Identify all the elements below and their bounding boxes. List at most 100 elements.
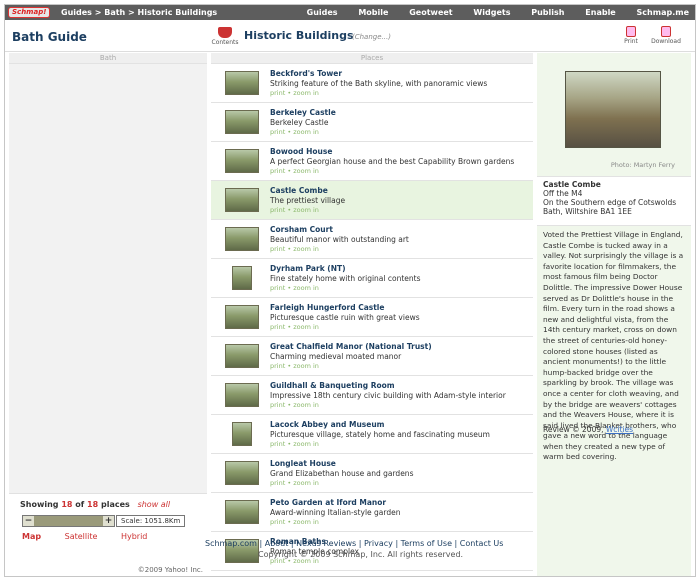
place-title[interactable]: Farleigh Hungerford Castle <box>270 303 384 312</box>
place-title[interactable]: Corsham Court <box>270 225 333 234</box>
map-panel: Bath Showing 18 of 18 places show all − … <box>9 53 207 576</box>
place-thumbnail[interactable] <box>225 344 259 368</box>
total-count: 18 <box>87 500 99 509</box>
place-thumbnail[interactable] <box>225 188 259 212</box>
nav-schmap-me[interactable]: Schmap.me <box>637 8 689 17</box>
nav-enable[interactable]: Enable <box>585 8 615 17</box>
place-summary: Charming medieval moated manor <box>270 352 402 361</box>
guide-header: Bath Guide Contents Historic Buildings (… <box>5 20 695 52</box>
tab-hybrid[interactable]: Hybrid <box>121 532 147 541</box>
address-line: Bath, Wiltshire BA1 1EE <box>543 207 632 216</box>
breadcrumb: Guides > Bath > Historic Buildings <box>61 8 217 17</box>
place-thumbnail[interactable] <box>225 500 259 524</box>
change-category-link[interactable]: (Change...) <box>352 33 391 41</box>
place-address: Castle Combe Off the M4 On the Southern … <box>537 176 691 226</box>
place-title[interactable]: Castle Combe <box>270 186 328 195</box>
place-thumbnail[interactable] <box>232 266 252 290</box>
place-thumbnail[interactable] <box>225 71 259 95</box>
place-item[interactable]: Longleat House Grand Elizabethan house an… <box>211 454 533 493</box>
of-word: of <box>75 500 85 509</box>
place-item[interactable]: Peto Garden at Iford Manor Award-winning … <box>211 493 533 532</box>
place-actions[interactable]: print • zoom in <box>270 206 319 214</box>
place-actions[interactable]: print • zoom in <box>270 362 319 370</box>
place-item[interactable]: Castle Combe The prettiest village print •… <box>211 181 533 220</box>
place-actions[interactable]: print • zoom in <box>270 128 319 136</box>
place-title[interactable]: Berkeley Castle <box>270 108 336 117</box>
place-title[interactable]: Bowood House <box>270 147 332 156</box>
zoom-slider[interactable]: − + <box>22 515 115 527</box>
place-summary: Fine stately home with original contents <box>270 274 421 283</box>
print-button[interactable]: Print <box>622 26 640 45</box>
place-thumbnail[interactable] <box>232 422 252 446</box>
zoom-out-button[interactable]: − <box>23 516 34 526</box>
place-actions[interactable]: print • zoom in <box>270 89 319 97</box>
nav-publish[interactable]: Publish <box>531 8 564 17</box>
breadcrumb-separator: > <box>128 8 135 17</box>
print-icon <box>626 26 636 37</box>
map-canvas[interactable] <box>9 65 207 493</box>
place-title[interactable]: Great Chalfield Manor (National Trust) <box>270 342 432 351</box>
nav-widgets[interactable]: Widgets <box>473 8 510 17</box>
map-type-tabs: Map Satellite Hybrid <box>22 532 168 541</box>
place-thumbnail[interactable] <box>225 461 259 485</box>
schmap-logo[interactable]: Schmap! <box>8 7 51 18</box>
download-button[interactable]: Download <box>651 26 681 45</box>
place-summary: Impressive 18th century civic building w… <box>270 391 506 400</box>
place-title[interactable]: Beckford's Tower <box>270 69 342 78</box>
review-author-link[interactable]: Wcities <box>606 425 633 434</box>
place-summary: Picturesque village, stately home and fa… <box>270 430 490 439</box>
place-title[interactable]: Peto Garden at Iford Manor <box>270 498 386 507</box>
nav-geotweet[interactable]: Geotweet <box>409 8 452 17</box>
breadcrumb-guides[interactable]: Guides <box>61 8 92 17</box>
place-item[interactable]: Guildhall & Banqueting Room Impressive 18… <box>211 376 533 415</box>
place-actions[interactable]: print • zoom in <box>270 323 319 331</box>
place-title[interactable]: Lacock Abbey and Museum <box>270 420 385 429</box>
contents-button[interactable]: Contents <box>209 27 241 46</box>
place-item[interactable]: Lacock Abbey and Museum Picturesque villa… <box>211 415 533 454</box>
place-thumbnail[interactable] <box>225 227 259 251</box>
place-summary: The prettiest village <box>270 196 346 205</box>
places-list: Places Beckford's Tower Striking feature … <box>211 53 533 576</box>
place-detail-panel: Photo: Martyn Ferry Castle Combe Off the… <box>537 53 691 576</box>
place-item[interactable]: Berkeley Castle Berkeley Castle print • zo… <box>211 103 533 142</box>
place-title[interactable]: Guildhall & Banqueting Room <box>270 381 395 390</box>
map-scale: Scale: 1051.8Km <box>116 515 186 527</box>
photo-credit: Photo: Martyn Ferry <box>610 161 675 169</box>
place-title[interactable]: Longleat House <box>270 459 336 468</box>
guide-title: Bath Guide <box>12 30 87 44</box>
place-actions[interactable]: print • zoom in <box>270 518 319 526</box>
place-item[interactable]: Bowood House A perfect Georgian house and… <box>211 142 533 181</box>
place-actions[interactable]: print • zoom in <box>270 479 319 487</box>
place-thumbnail[interactable] <box>225 149 259 173</box>
place-actions[interactable]: print • zoom in <box>270 440 319 448</box>
place-item[interactable]: Farleigh Hungerford Castle Picturesque ca… <box>211 298 533 337</box>
place-item[interactable]: Corsham Court Beautiful manor with outsta… <box>211 220 533 259</box>
place-summary: Striking feature of the Bath skyline, wi… <box>270 79 488 88</box>
place-thumbnail[interactable] <box>225 383 259 407</box>
nav-mobile[interactable]: Mobile <box>358 8 388 17</box>
breadcrumb-historic-buildings: Historic Buildings <box>137 8 218 17</box>
map-controls: Showing 18 of 18 places show all − + Sca… <box>9 493 207 576</box>
tab-map[interactable]: Map <box>22 532 41 541</box>
nav-guides[interactable]: Guides <box>307 8 338 17</box>
place-actions[interactable]: print • zoom in <box>270 401 319 409</box>
place-title[interactable]: Dyrham Park (NT) <box>270 264 346 273</box>
place-summary: Berkeley Castle <box>270 118 329 127</box>
top-nav: Guides Mobile Geotweet Widgets Publish E… <box>289 8 689 17</box>
place-item[interactable]: Beckford's Tower Striking feature of the … <box>211 64 533 103</box>
place-item[interactable]: Great Chalfield Manor (National Trust) Ch… <box>211 337 533 376</box>
breadcrumb-bath[interactable]: Bath <box>104 8 125 17</box>
footer-links[interactable]: Schmap.com | About | Nexus Reviews | Pri… <box>205 539 505 548</box>
address-line: Off the M4 <box>543 189 583 198</box>
map-copyright: ©2009 Yahoo! Inc. <box>137 566 203 574</box>
tab-satellite[interactable]: Satellite <box>65 532 98 541</box>
place-actions[interactable]: print • zoom in <box>270 284 319 292</box>
place-thumbnail[interactable] <box>225 305 259 329</box>
zoom-in-button[interactable]: + <box>103 516 114 526</box>
place-actions[interactable]: print • zoom in <box>270 245 319 253</box>
place-actions[interactable]: print • zoom in <box>270 167 319 175</box>
show-all-link[interactable]: show all <box>138 500 171 509</box>
places-word: places <box>100 500 130 509</box>
place-item[interactable]: Dyrham Park (NT) Fine stately home with o… <box>211 259 533 298</box>
place-thumbnail[interactable] <box>225 110 259 134</box>
